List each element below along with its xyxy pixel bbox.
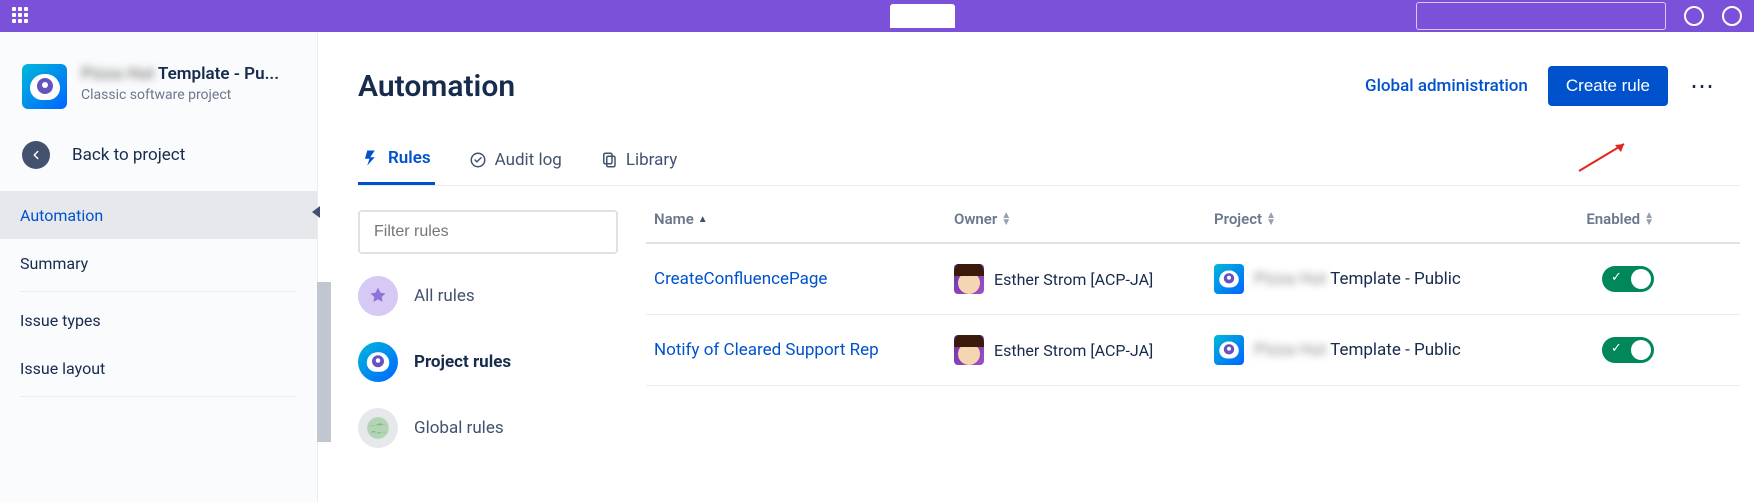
scope-global-rules[interactable]: Global rules	[358, 408, 618, 448]
col-name[interactable]: Name▲	[654, 210, 954, 228]
project-title: Pizza Hut Template - Pu...	[81, 64, 279, 84]
project-subtitle: Classic software project	[81, 87, 279, 103]
help-icon[interactable]	[1684, 6, 1704, 26]
project-icon	[1214, 335, 1244, 365]
owner-name: Esther Strom [ACP-JA]	[994, 341, 1153, 360]
scope-all-rules[interactable]: All rules	[358, 276, 618, 316]
sidebar-item-issue-layout[interactable]: Issue layout	[0, 344, 317, 392]
project-name: Pizza Hut Template - Public	[1254, 340, 1461, 360]
create-rule-button[interactable]: Create rule	[1548, 66, 1668, 106]
page-title: Automation	[358, 69, 515, 104]
table-row: Notify of Cleared Support Rep Esther Str…	[646, 315, 1740, 386]
table-row: CreateConfluencePage Esther Strom [ACP-J…	[646, 244, 1740, 315]
globe-icon	[358, 408, 398, 448]
sidebar-item-automation[interactable]: Automation	[0, 191, 317, 239]
tab-rules[interactable]: Rules	[358, 138, 435, 185]
tab-library[interactable]: Library	[596, 138, 681, 185]
all-rules-icon	[358, 276, 398, 316]
top-banner	[0, 0, 1754, 32]
col-enabled[interactable]: Enabled▲▼	[1534, 210, 1654, 228]
scope-project-rules[interactable]: Project rules	[358, 342, 618, 382]
global-administration-link[interactable]: Global administration	[1365, 76, 1528, 96]
enabled-toggle[interactable]	[1602, 337, 1654, 363]
tabbar: Rules Audit log Library	[358, 138, 1740, 186]
rule-link[interactable]: Notify of Cleared Support Rep	[654, 340, 954, 360]
active-nav-tab[interactable]	[890, 4, 955, 28]
rules-table: Name▲ Owner▲▼ Project▲▼ Enabled▲▼ Create…	[646, 210, 1740, 448]
project-icon	[22, 64, 67, 109]
project-header[interactable]: Pizza Hut Template - Pu... Classic softw…	[0, 64, 317, 127]
back-arrow-icon	[22, 141, 50, 169]
col-project[interactable]: Project▲▼	[1214, 210, 1534, 228]
sidebar: Pizza Hut Template - Pu... Classic softw…	[0, 32, 318, 502]
tab-audit-log[interactable]: Audit log	[465, 138, 566, 185]
project-rules-icon	[358, 342, 398, 382]
rule-link[interactable]: CreateConfluencePage	[654, 269, 954, 289]
more-menu-icon[interactable]: ⋯	[1688, 74, 1716, 98]
avatar	[954, 335, 984, 365]
owner-name: Esther Strom [ACP-JA]	[994, 270, 1153, 289]
project-name: Pizza Hut Template - Public	[1254, 269, 1461, 289]
filter-rules-input[interactable]	[358, 210, 618, 254]
global-search[interactable]	[1416, 2, 1666, 30]
bolt-icon	[362, 149, 380, 167]
avatar	[954, 264, 984, 294]
main: Automation Global administration Create …	[318, 32, 1754, 502]
enabled-toggle[interactable]	[1602, 266, 1654, 292]
settings-icon[interactable]	[1722, 6, 1742, 26]
copy-icon	[600, 151, 618, 169]
clock-check-icon	[469, 151, 487, 169]
sidebar-item-issue-types[interactable]: Issue types	[0, 296, 317, 344]
project-icon	[1214, 264, 1244, 294]
col-owner[interactable]: Owner▲▼	[954, 210, 1214, 228]
sidebar-item-summary[interactable]: Summary	[0, 239, 317, 287]
apps-icon[interactable]	[12, 7, 30, 25]
back-to-project[interactable]: Back to project	[0, 127, 317, 191]
